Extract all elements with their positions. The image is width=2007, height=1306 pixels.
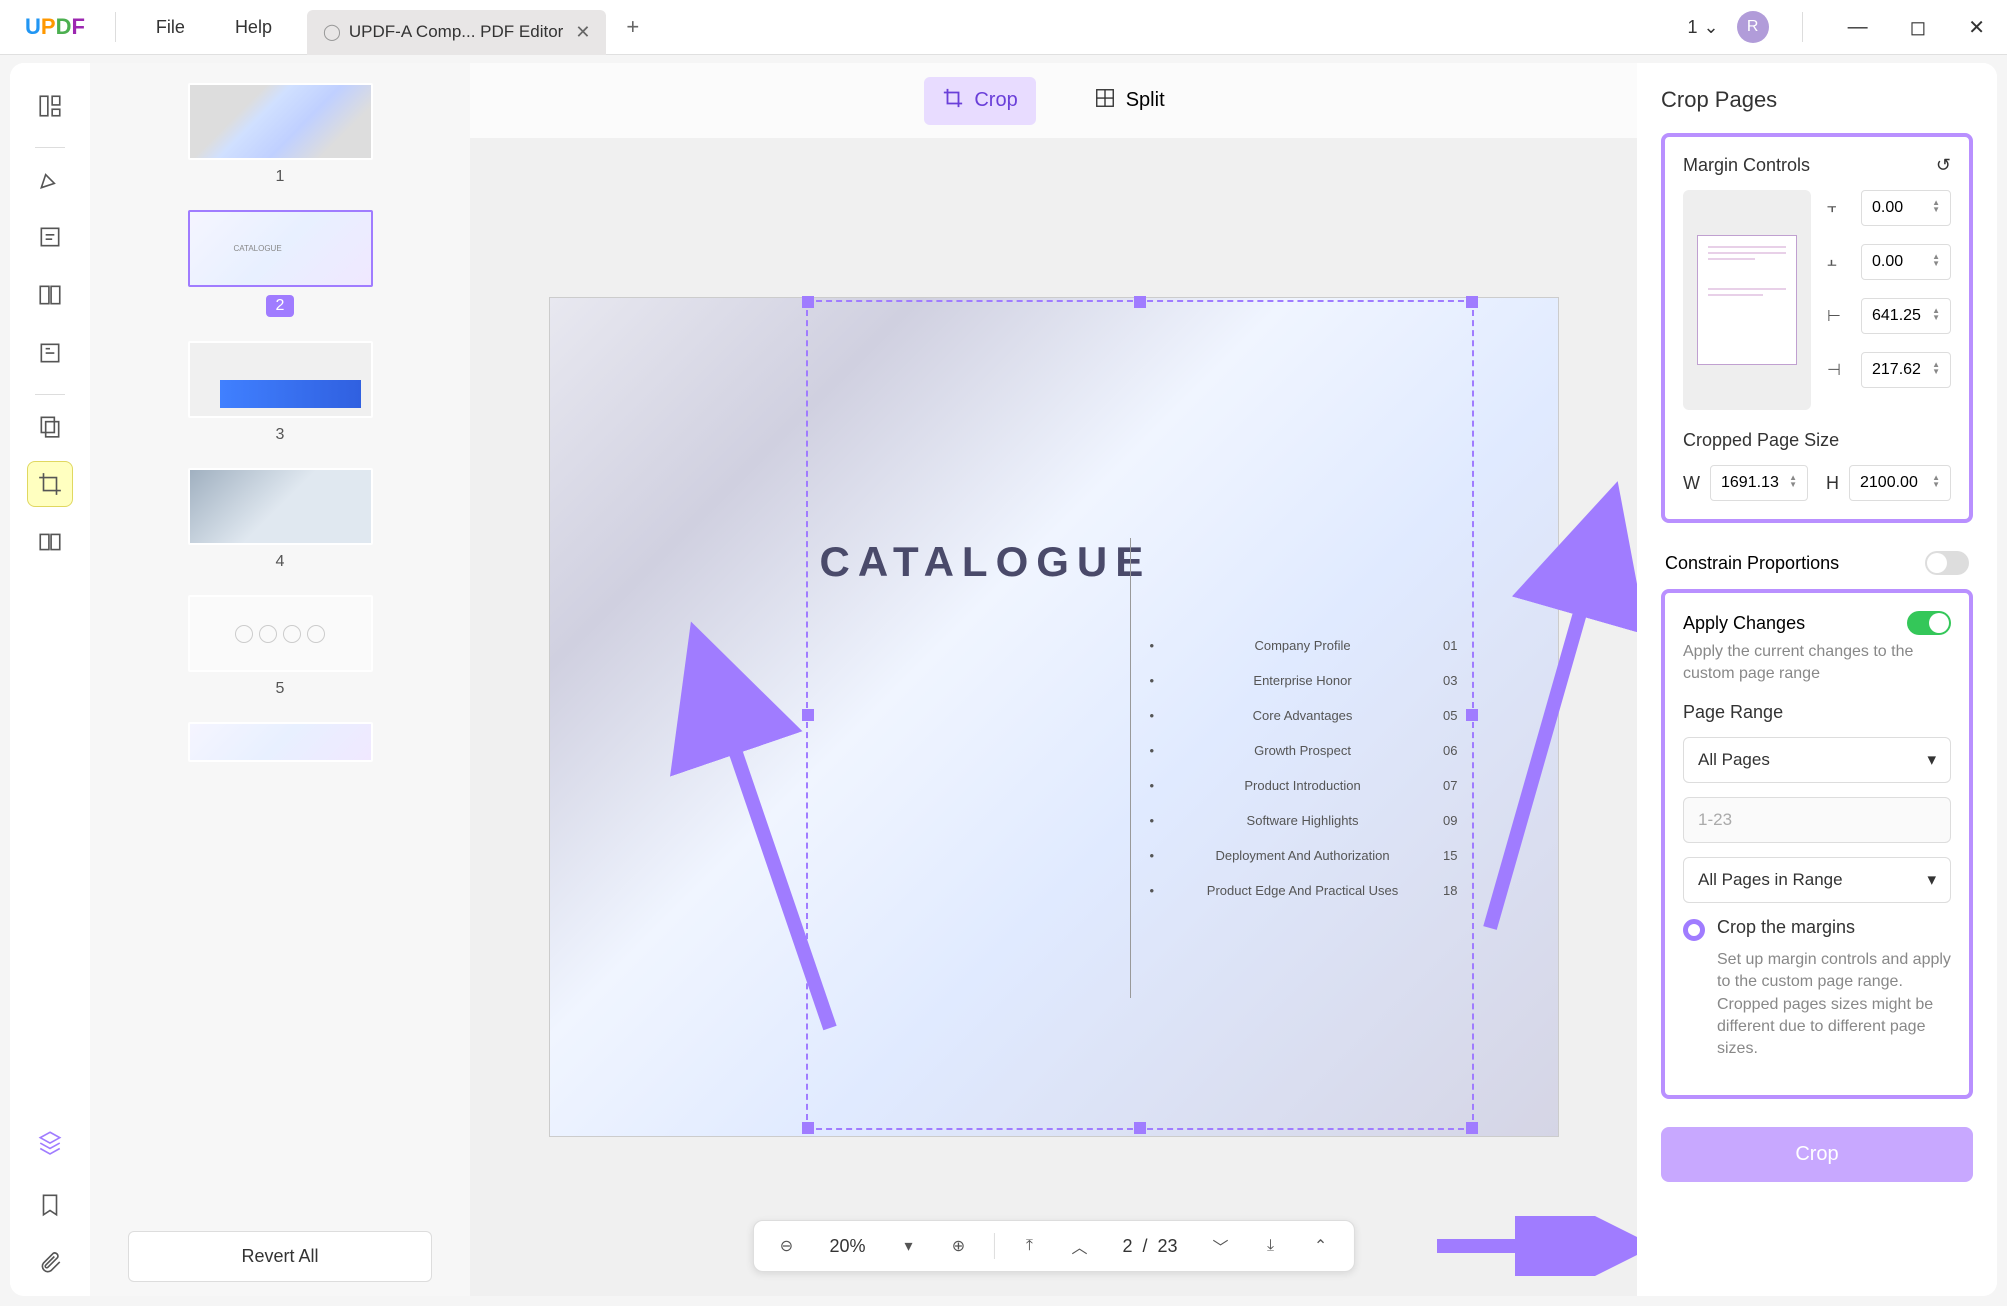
close-button[interactable]: ✕ [1956, 7, 1997, 48]
crop-mode-button[interactable]: Crop [924, 77, 1035, 125]
margin-bottom-input[interactable]: 0.00▲▼ [1861, 244, 1951, 280]
crop-icon [942, 87, 964, 115]
edit-icon[interactable] [27, 214, 73, 260]
apply-changes-section: Apply Changes Apply the current changes … [1661, 589, 1973, 1099]
margin-right-icon: ⊣ [1827, 360, 1851, 380]
thumbnail-2[interactable]: CATALOGUE2 [188, 210, 373, 317]
document-tab[interactable]: ◯ UPDF-A Comp... PDF Editor ✕ [307, 10, 606, 55]
thumbnail-4[interactable]: 4 [188, 468, 373, 571]
menu-file[interactable]: File [131, 17, 210, 38]
compare-icon[interactable] [27, 519, 73, 565]
tab-close-icon[interactable]: ✕ [575, 22, 590, 43]
crop-handle-br[interactable] [1466, 1122, 1478, 1134]
highlight-icon[interactable] [27, 156, 73, 202]
radio-icon [1683, 919, 1705, 941]
margin-top-icon: ⫟ [1827, 199, 1851, 217]
tab-add-button[interactable]: + [626, 14, 639, 40]
crop-handle-bl[interactable] [802, 1122, 814, 1134]
titlebar: UPDF File Help ◯ UPDF-A Comp... PDF Edit… [0, 0, 2007, 55]
crop-handle-tr[interactable] [1466, 296, 1478, 308]
crop-height-input[interactable]: 2100.00▲▼ [1849, 465, 1951, 501]
maximize-button[interactable]: ◻ [1898, 7, 1939, 48]
thumbnail-6[interactable] [188, 722, 373, 770]
page-preview: CATALOGUE Company Profile01 Enterprise H… [549, 297, 1559, 1137]
crop-handle-bm[interactable] [1134, 1122, 1146, 1134]
zoom-out-button[interactable]: ⊖ [771, 1231, 801, 1261]
collapse-button[interactable]: ⌃ [1306, 1231, 1336, 1261]
divider [1802, 12, 1803, 42]
divider [115, 12, 116, 42]
menu-help[interactable]: Help [210, 17, 297, 38]
crop-handle-tl[interactable] [802, 296, 814, 308]
crop-handle-tm[interactable] [1134, 296, 1146, 308]
next-page-button[interactable]: ﹀ [1206, 1231, 1236, 1261]
top-toolbar: Crop Split [470, 63, 1637, 138]
minimize-button[interactable]: — [1836, 8, 1880, 47]
split-icon [1094, 87, 1116, 115]
thumbnail-1[interactable]: 1 [188, 83, 373, 186]
constrain-toggle[interactable] [1925, 551, 1969, 575]
layers-icon[interactable] [27, 1119, 73, 1165]
center-area: Crop Split CATALOGUE Company Profile01 E… [470, 63, 1637, 1296]
zoom-dropdown-icon[interactable]: ▾ [893, 1231, 923, 1261]
crop-button[interactable]: Crop [1661, 1127, 1973, 1182]
organize-icon[interactable] [27, 272, 73, 318]
page-indicator[interactable]: 2 / 23 [1114, 1236, 1185, 1257]
margin-preview [1683, 190, 1811, 410]
window-count[interactable]: 1⌄ [1688, 17, 1719, 38]
margin-left-input[interactable]: 641.25▲▼ [1861, 298, 1951, 334]
prev-page-button[interactable]: ︿ [1064, 1231, 1094, 1261]
crop-handle-ml[interactable] [802, 709, 814, 721]
zoom-level[interactable]: 20% [821, 1236, 873, 1257]
margin-controls-section: Margin Controls↺ ⫟0.00▲▼ ⫠0.00▲▼ ⊢641.25… [1661, 133, 1973, 523]
revert-all-button[interactable]: Revert All [128, 1231, 432, 1282]
range-scope-select[interactable]: All Pages in Range▾ [1683, 857, 1951, 903]
apply-changes-toggle[interactable] [1907, 611, 1951, 635]
margin-right-input[interactable]: 217.62▲▼ [1861, 352, 1951, 388]
zoom-navigation-bar: ⊖ 20% ▾ ⊕ ⤒ ︿ 2 / 23 ﹀ ⤓ ⌃ [752, 1220, 1354, 1272]
constrain-proportions-row: Constrain Proportions [1661, 537, 1973, 589]
margin-bottom-icon: ⫠ [1827, 253, 1851, 271]
left-toolbar [10, 63, 90, 1296]
chevron-down-icon: ⌄ [1704, 17, 1719, 38]
attachment-icon[interactable] [27, 1240, 73, 1286]
panel-title: Crop Pages [1661, 87, 1973, 113]
margin-top-input[interactable]: 0.00▲▼ [1861, 190, 1951, 226]
thumbnail-3[interactable]: 3 [188, 341, 373, 444]
thumbnail-panel: 1 CATALOGUE2 3 4 5 Revert All [90, 63, 470, 1296]
chevron-down-icon: ▾ [1927, 750, 1936, 770]
page-range-input[interactable]: 1-23 [1683, 797, 1951, 843]
thumbnail-icon[interactable] [27, 83, 73, 129]
last-page-button[interactable]: ⤓ [1256, 1231, 1286, 1261]
margin-left-icon: ⊢ [1827, 306, 1851, 326]
user-avatar[interactable]: R [1737, 11, 1769, 43]
first-page-button[interactable]: ⤒ [1014, 1231, 1044, 1261]
page-canvas[interactable]: CATALOGUE Company Profile01 Enterprise H… [470, 138, 1637, 1296]
form-icon[interactable] [27, 330, 73, 376]
page-range-select[interactable]: All Pages▾ [1683, 737, 1951, 783]
crop-width-input[interactable]: 1691.13▲▼ [1710, 465, 1808, 501]
crop-margins-radio[interactable]: Crop the margins [1683, 917, 1951, 941]
crop-pages-panel: Crop Pages Margin Controls↺ ⫟0.00▲▼ ⫠0.0… [1637, 63, 1997, 1296]
tab-title: UPDF-A Comp... PDF Editor [349, 22, 563, 42]
reset-margins-icon[interactable]: ↺ [1936, 155, 1951, 176]
app-logo: UPDF [10, 14, 100, 40]
split-mode-button[interactable]: Split [1076, 77, 1183, 125]
crop-tool-icon[interactable] [27, 461, 73, 507]
bookmark-icon[interactable] [27, 1182, 73, 1228]
tab-doc-icon: ◯ [323, 22, 341, 42]
crop-selection[interactable] [806, 300, 1474, 1130]
chevron-down-icon: ▾ [1927, 870, 1936, 890]
copy-icon[interactable] [27, 403, 73, 449]
crop-handle-mr[interactable] [1466, 709, 1478, 721]
zoom-in-button[interactable]: ⊕ [943, 1231, 973, 1261]
thumbnail-5[interactable]: 5 [188, 595, 373, 698]
